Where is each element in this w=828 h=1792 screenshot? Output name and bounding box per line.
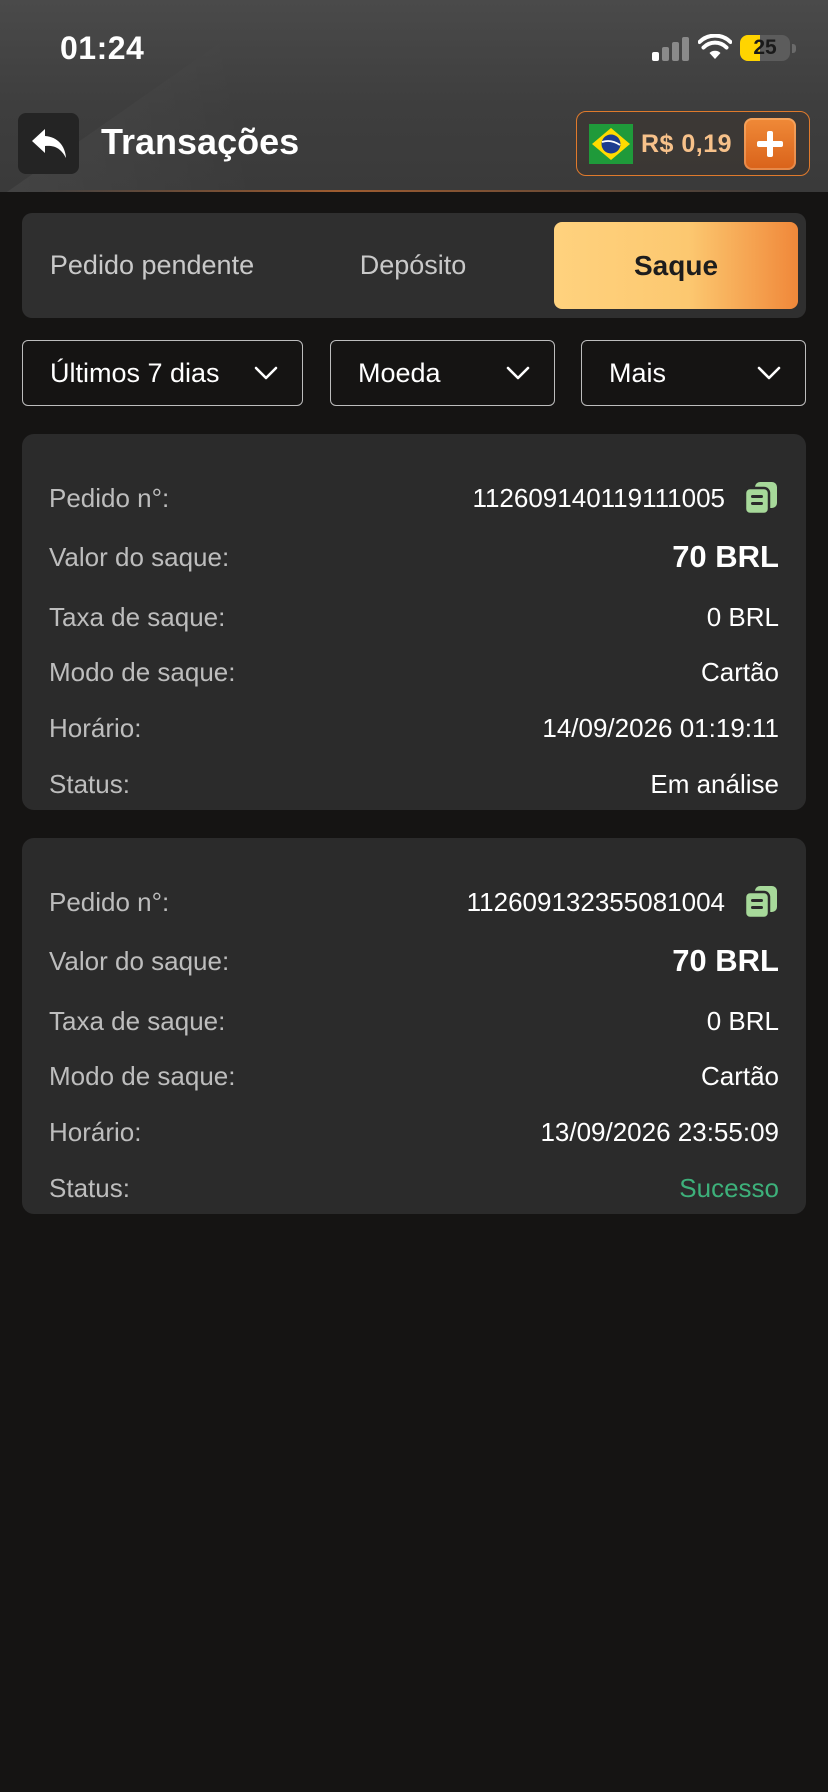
mode-value: Cartão bbox=[700, 656, 779, 687]
order-id: 112609132355081004 bbox=[466, 886, 725, 917]
chevron-down-icon bbox=[506, 366, 530, 380]
currency-filter-dropdown[interactable]: Moeda bbox=[330, 340, 555, 406]
fee-label: Taxa de saque: bbox=[49, 601, 226, 632]
mode-row: Modo de saque: Cartão bbox=[49, 1056, 779, 1096]
amount-row: Valor do saque: 70 BRL bbox=[49, 537, 779, 577]
amount-value: 70 BRL bbox=[672, 539, 779, 574]
order-label: Pedido n°: bbox=[49, 886, 170, 917]
transaction-card: Pedido n°: 112609132355081004 Valor do s… bbox=[22, 838, 806, 1214]
page-title: Transações bbox=[101, 121, 300, 162]
battery-tip bbox=[792, 44, 796, 53]
balance-widget[interactable]: R$ 0,19 bbox=[576, 111, 810, 176]
fee-row: Taxa de saque: 0 BRL bbox=[49, 1001, 779, 1041]
mode-label: Modo de saque: bbox=[49, 1060, 236, 1091]
period-filter-dropdown[interactable]: Últimos 7 dias bbox=[22, 340, 303, 406]
status-time: 01:24 bbox=[60, 30, 145, 66]
battery-level: 25 bbox=[753, 36, 777, 59]
chevron-down-icon bbox=[757, 366, 781, 380]
more-filter-label: Mais bbox=[609, 357, 667, 388]
copy-icon[interactable] bbox=[743, 480, 779, 516]
more-filter-dropdown[interactable]: Mais bbox=[581, 340, 806, 406]
time-value: 14/09/2026 01:19:11 bbox=[542, 712, 779, 743]
status-label: Status: bbox=[49, 1172, 130, 1203]
currency-filter-label: Moeda bbox=[358, 357, 441, 388]
period-filter-label: Últimos 7 dias bbox=[50, 357, 220, 388]
fee-value: 0 BRL bbox=[706, 601, 779, 632]
mode-row: Modo de saque: Cartão bbox=[49, 652, 779, 692]
fee-label: Taxa de saque: bbox=[49, 1005, 226, 1036]
time-value: 13/09/2026 23:55:09 bbox=[540, 1116, 779, 1147]
fee-row: Taxa de saque: 0 BRL bbox=[49, 597, 779, 637]
balance-amount: R$ 0,19 bbox=[641, 130, 733, 158]
status-value: Sucesso bbox=[679, 1172, 779, 1203]
brazil-flag-icon bbox=[589, 124, 633, 164]
order-row: Pedido n°: 112609132355081004 bbox=[49, 882, 779, 922]
status-row: Status: Em análise bbox=[49, 764, 779, 804]
tab-withdraw[interactable]: Saque bbox=[554, 222, 798, 309]
amount-value: 70 BRL bbox=[672, 943, 779, 978]
add-funds-button[interactable] bbox=[744, 118, 796, 170]
order-value: 112609140119111005 bbox=[472, 480, 779, 516]
app-header: 01:24 25 Transações R$ 0,19 bbox=[0, 0, 828, 192]
transaction-type-tabs: Pedido pendente Depósito Saque bbox=[22, 213, 806, 318]
mode-label: Modo de saque: bbox=[49, 656, 236, 687]
tab-pending-order[interactable]: Pedido pendente bbox=[22, 222, 282, 309]
status-value: Em análise bbox=[650, 768, 779, 799]
back-button[interactable] bbox=[18, 113, 79, 174]
battery-indicator: 25 bbox=[740, 35, 790, 61]
mode-value: Cartão bbox=[700, 1060, 779, 1091]
transaction-card: Pedido n°: 112609140119111005 Valor do s… bbox=[22, 434, 806, 810]
tab-deposit[interactable]: Depósito bbox=[282, 222, 544, 309]
fee-value: 0 BRL bbox=[706, 1005, 779, 1036]
amount-label: Valor do saque: bbox=[49, 945, 230, 976]
back-arrow-icon bbox=[31, 128, 66, 158]
copy-icon[interactable] bbox=[743, 884, 779, 920]
cellular-signal-icon bbox=[652, 37, 690, 61]
chevron-down-icon bbox=[254, 366, 278, 380]
time-row: Horário: 14/09/2026 01:19:11 bbox=[49, 708, 779, 748]
plus-icon bbox=[757, 131, 783, 157]
order-label: Pedido n°: bbox=[49, 482, 170, 513]
time-row: Horário: 13/09/2026 23:55:09 bbox=[49, 1112, 779, 1152]
time-label: Horário: bbox=[49, 1116, 142, 1147]
wifi-icon bbox=[698, 34, 732, 59]
status-row: Status: Sucesso bbox=[49, 1168, 779, 1208]
status-label: Status: bbox=[49, 768, 130, 799]
order-row: Pedido n°: 112609140119111005 bbox=[49, 478, 779, 518]
amount-row: Valor do saque: 70 BRL bbox=[49, 941, 779, 981]
order-value: 112609132355081004 bbox=[467, 884, 779, 920]
amount-label: Valor do saque: bbox=[49, 541, 230, 572]
time-label: Horário: bbox=[49, 712, 142, 743]
order-id: 112609140119111005 bbox=[472, 482, 725, 513]
